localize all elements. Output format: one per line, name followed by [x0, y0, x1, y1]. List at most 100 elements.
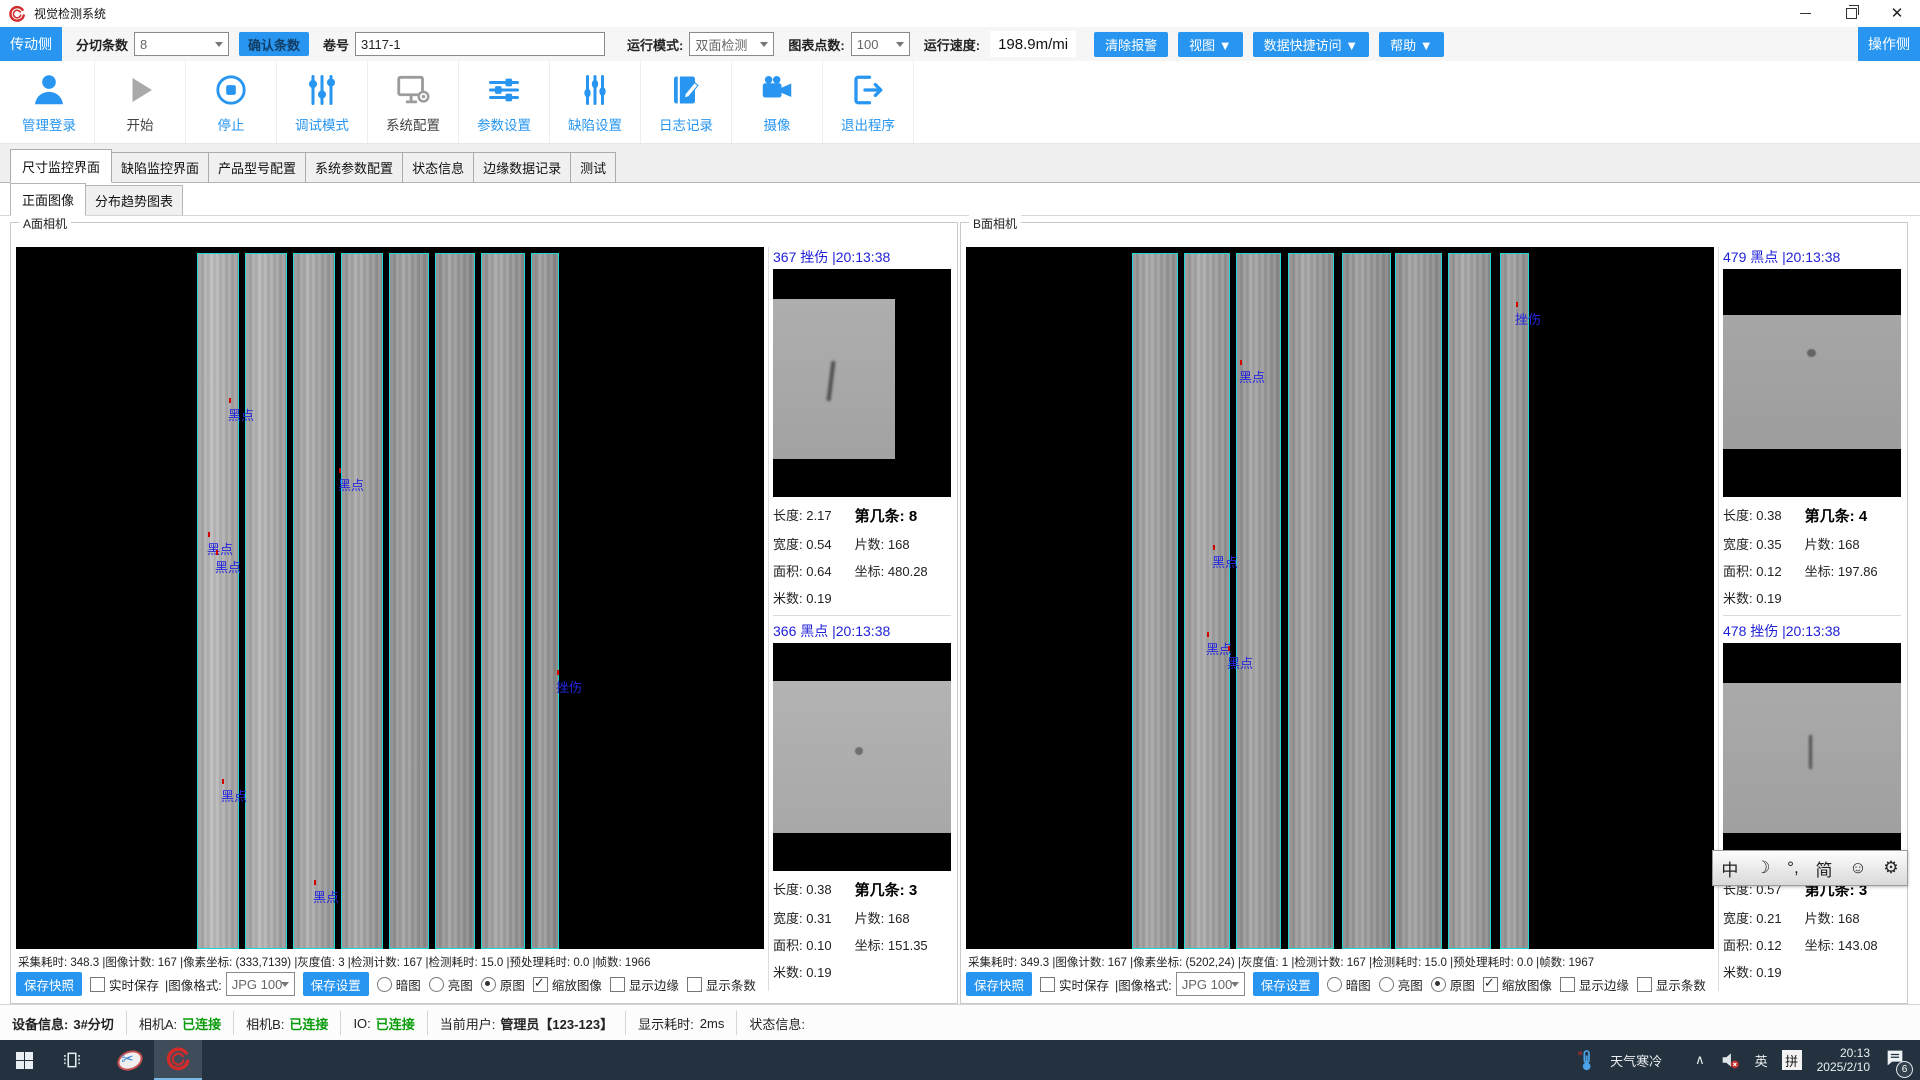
tab-test[interactable]: 测试	[570, 152, 616, 182]
minimize-button[interactable]	[1782, 0, 1828, 27]
tab-edge-data-record[interactable]: 边缘数据记录	[473, 152, 571, 182]
volume-muted-icon[interactable]	[1719, 1049, 1741, 1071]
help-menu-button[interactable]: 帮助 ▼	[1379, 32, 1443, 57]
parameter-settings-button[interactable]: 参数设置	[459, 61, 550, 143]
device-info-segment: 设备信息:3#分切	[0, 1011, 127, 1035]
defect-label: 黑点	[221, 786, 247, 805]
stop-button[interactable]: 停止	[186, 61, 277, 143]
image-format-select[interactable]: JPG 100	[1176, 972, 1245, 996]
snipping-tool-button[interactable]: ✂	[106, 1040, 154, 1080]
ribbon-label: 日志记录	[659, 114, 713, 134]
taskbar-clock[interactable]: 20:13 2025/2/10	[1817, 1046, 1870, 1074]
original-image-radio[interactable]	[481, 977, 496, 992]
save-settings-button[interactable]: 保存设置	[1253, 972, 1319, 996]
clear-alarm-button[interactable]: 清除报警	[1094, 32, 1168, 57]
original-image-label: 原图	[1450, 975, 1475, 994]
start-button[interactable]: 开始	[95, 61, 186, 143]
subtab-front-image[interactable]: 正面图像	[10, 183, 86, 216]
ime-moon-icon[interactable]: ☽	[1755, 858, 1770, 878]
tab-product-model-config[interactable]: 产品型号配置	[208, 152, 306, 182]
tab-size-monitor[interactable]: 尺寸监控界面	[10, 149, 112, 183]
defect-settings-button[interactable]: 缺陷设置	[550, 61, 641, 143]
restore-icon	[1846, 8, 1857, 19]
admin-login-button[interactable]: 管理登录	[4, 61, 95, 143]
slice-count-select[interactable]: 8	[134, 32, 229, 56]
image-format-select[interactable]: JPG 100	[226, 972, 295, 996]
ime-pinyin-indicator[interactable]: 拼	[1782, 1050, 1802, 1070]
field: 面积: 0.64	[773, 561, 855, 580]
ime-emoji-button[interactable]: ☺	[1849, 858, 1866, 878]
run-mode-select[interactable]: 双面检测	[689, 32, 774, 56]
realtime-save-checkbox[interactable]	[90, 977, 105, 992]
zoom-image-checkbox[interactable]	[533, 977, 548, 992]
tab-status-info[interactable]: 状态信息	[402, 152, 474, 182]
image-format-label: |图像格式:	[1115, 975, 1172, 994]
defect-label: 黑点	[313, 887, 339, 906]
save-settings-button[interactable]: 保存设置	[303, 972, 369, 996]
field: 面积: 0.12	[1723, 935, 1805, 954]
defect-card: 478 挫伤 |20:13:38 长度: 0.57 第几条: 3 宽度: 0.2…	[1723, 621, 1901, 991]
ime-settings-gear-icon[interactable]: ⚙	[1883, 858, 1898, 878]
defect-thumbnail	[773, 643, 951, 871]
confirm-count-button[interactable]: 确认条数	[239, 32, 309, 56]
show-count-checkbox[interactable]	[687, 977, 702, 992]
restore-button[interactable]	[1828, 0, 1874, 27]
run-mode-label: 运行模式:	[627, 35, 683, 54]
snipping-tool-icon: ✂	[114, 1046, 145, 1073]
notification-center-button[interactable]: 6	[1884, 1047, 1906, 1074]
ime-mode-button[interactable]: 中	[1721, 856, 1738, 881]
start-button[interactable]	[0, 1040, 48, 1080]
save-snapshot-button[interactable]: 保存快照	[966, 972, 1032, 996]
dark-image-radio[interactable]	[1327, 977, 1342, 992]
log-record-button[interactable]: 日志记录	[641, 61, 732, 143]
chevron-down-icon	[1231, 982, 1239, 987]
ime-punctuation-button[interactable]: °,	[1787, 858, 1799, 878]
data-quick-access-button[interactable]: 数据快捷访问 ▼	[1253, 32, 1369, 57]
show-edge-checkbox[interactable]	[610, 977, 625, 992]
defect-thumbnail	[1723, 643, 1901, 871]
task-view-button[interactable]	[48, 1040, 96, 1080]
defect-label: 黑点	[207, 539, 233, 558]
show-count-label: 显示条数	[1656, 975, 1706, 994]
vision-app-taskbar-button[interactable]	[154, 1040, 202, 1080]
bright-image-radio[interactable]	[429, 977, 444, 992]
defect-fields: 长度: 0.38 第几条: 4 宽度: 0.35 片数: 168 面积: 0.1…	[1723, 497, 1901, 607]
show-edge-label: 显示边缘	[1579, 975, 1629, 994]
sliders-horizontal-icon	[486, 69, 522, 110]
ime-simplified-button[interactable]: 简	[1815, 856, 1832, 881]
language-indicator[interactable]: 英	[1755, 1051, 1768, 1070]
debug-mode-button[interactable]: 调试模式	[277, 61, 368, 143]
operator-side-button[interactable]: 操作侧	[1858, 27, 1920, 61]
weather-text[interactable]: 天气寒冷	[1610, 1051, 1662, 1070]
chart-points-select[interactable]: 100	[851, 32, 910, 56]
system-config-button[interactable]: 系统配置	[368, 61, 459, 143]
camera-b-panel: B面相机 挫伤 黑点 黑点 黑点 黑点 479 黑点 |20:13:38	[960, 222, 1908, 1004]
dark-image-radio[interactable]	[377, 977, 392, 992]
defect-label: 黑点	[1212, 552, 1238, 571]
exit-program-button[interactable]: 退出程序	[823, 61, 914, 143]
subtab-trend-chart[interactable]: 分布趋势图表	[85, 185, 183, 215]
bright-image-label: 亮图	[1398, 975, 1423, 994]
main-toolbar: 传动侧 分切条数 8 确认条数 卷号 运行模式: 双面检测 图表点数: 100 …	[0, 27, 1920, 62]
tab-system-param-config[interactable]: 系统参数配置	[305, 152, 403, 182]
monitor-gear-icon	[394, 69, 432, 110]
tab-defect-monitor[interactable]: 缺陷监控界面	[111, 152, 209, 182]
roll-number-input[interactable]	[355, 32, 605, 56]
zoom-image-checkbox[interactable]	[1483, 977, 1498, 992]
capture-button[interactable]: 摄像	[732, 61, 823, 143]
close-button[interactable]: ✕	[1874, 0, 1920, 27]
ribbon-label: 摄像	[764, 114, 791, 134]
realtime-save-checkbox[interactable]	[1040, 977, 1055, 992]
original-image-radio[interactable]	[1431, 977, 1446, 992]
tray-expand-chevron[interactable]: ∧	[1695, 1052, 1705, 1068]
drive-side-button[interactable]: 传动侧	[0, 27, 62, 61]
field: 面积: 0.12	[1723, 561, 1805, 580]
view-menu-button[interactable]: 视图 ▼	[1178, 32, 1242, 57]
title-bar: 视觉检测系统 ✕	[0, 0, 1920, 27]
save-snapshot-button[interactable]: 保存快照	[16, 972, 82, 996]
show-edge-checkbox[interactable]	[1560, 977, 1575, 992]
thermometer-icon[interactable]	[1576, 1047, 1596, 1074]
show-count-checkbox[interactable]	[1637, 977, 1652, 992]
notification-badge: 6	[1896, 1061, 1913, 1078]
bright-image-radio[interactable]	[1379, 977, 1394, 992]
